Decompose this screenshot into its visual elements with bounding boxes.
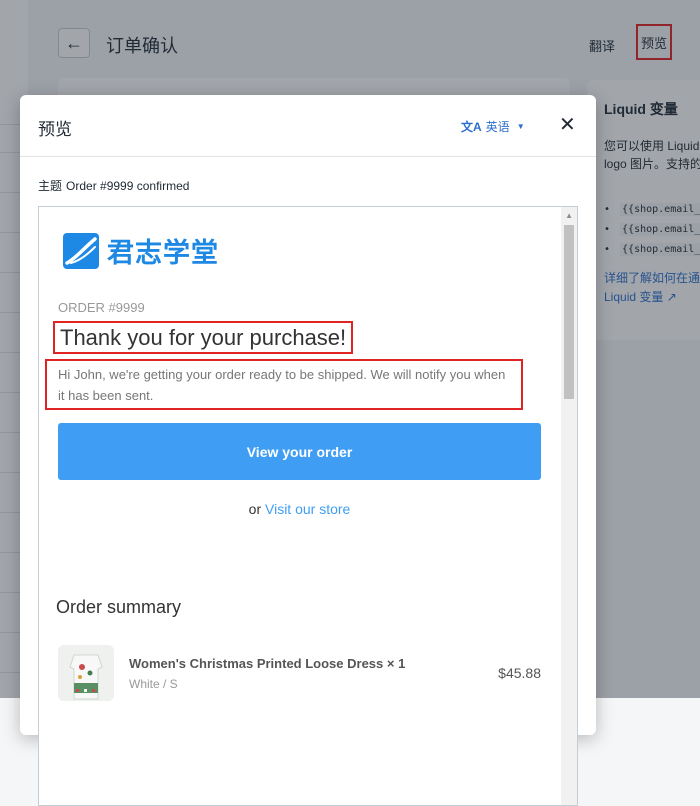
language-label: 英语 <box>485 120 510 134</box>
email-scrollbar[interactable]: ▲ <box>561 207 577 805</box>
order-line-item: Women's Christmas Printed Loose Dress × … <box>58 645 541 701</box>
scrollbar-thumb[interactable] <box>564 225 574 399</box>
modal-title: 预览 <box>38 120 72 139</box>
preview-modal: 预览 文A 英语 ▼ ✕ 主题 Order #9999 confirmed ▲ 君… <box>20 95 596 806</box>
store-logo: 君志学堂 <box>63 231 219 270</box>
product-name: Women's Christmas Printed Loose Dress × … <box>129 656 406 671</box>
close-button[interactable]: ✕ <box>559 113 576 137</box>
email-preview-frame[interactable]: ▲ 君志学堂 ORDER #9999 Thank you for your pu… <box>38 206 578 806</box>
visit-prefix: or <box>248 501 262 517</box>
logo-swoosh-icon <box>63 232 99 269</box>
email-intro-text: Hi John, we're getting your order ready … <box>45 359 523 410</box>
modal-header: 预览 文A 英语 ▼ ✕ <box>20 95 596 157</box>
view-order-button[interactable]: View your order <box>58 423 541 480</box>
email-heading: Thank you for your purchase! <box>53 321 354 354</box>
subject-label: 主题 <box>38 179 63 193</box>
subject-value: Order #9999 confirmed <box>66 179 190 193</box>
product-variant: White / S <box>129 677 178 691</box>
product-price: $45.88 <box>498 665 541 681</box>
logo-text: 君志学堂 <box>107 238 219 268</box>
order-number: ORDER #9999 <box>58 300 145 315</box>
email-subject: 主题 Order #9999 confirmed <box>38 177 189 194</box>
translate-icon: 文A <box>461 120 482 134</box>
product-thumbnail <box>58 645 114 701</box>
caret-down-icon: ▼ <box>516 122 525 131</box>
order-summary-title: Order summary <box>56 597 182 617</box>
visit-store-line: or Visit our store <box>58 501 541 517</box>
close-icon: ✕ <box>559 114 576 136</box>
language-selector[interactable]: 文A 英语 ▼ <box>461 118 525 135</box>
visit-store-link[interactable]: Visit our store <box>265 501 350 517</box>
scroll-up-arrow-icon[interactable]: ▲ <box>565 211 573 220</box>
